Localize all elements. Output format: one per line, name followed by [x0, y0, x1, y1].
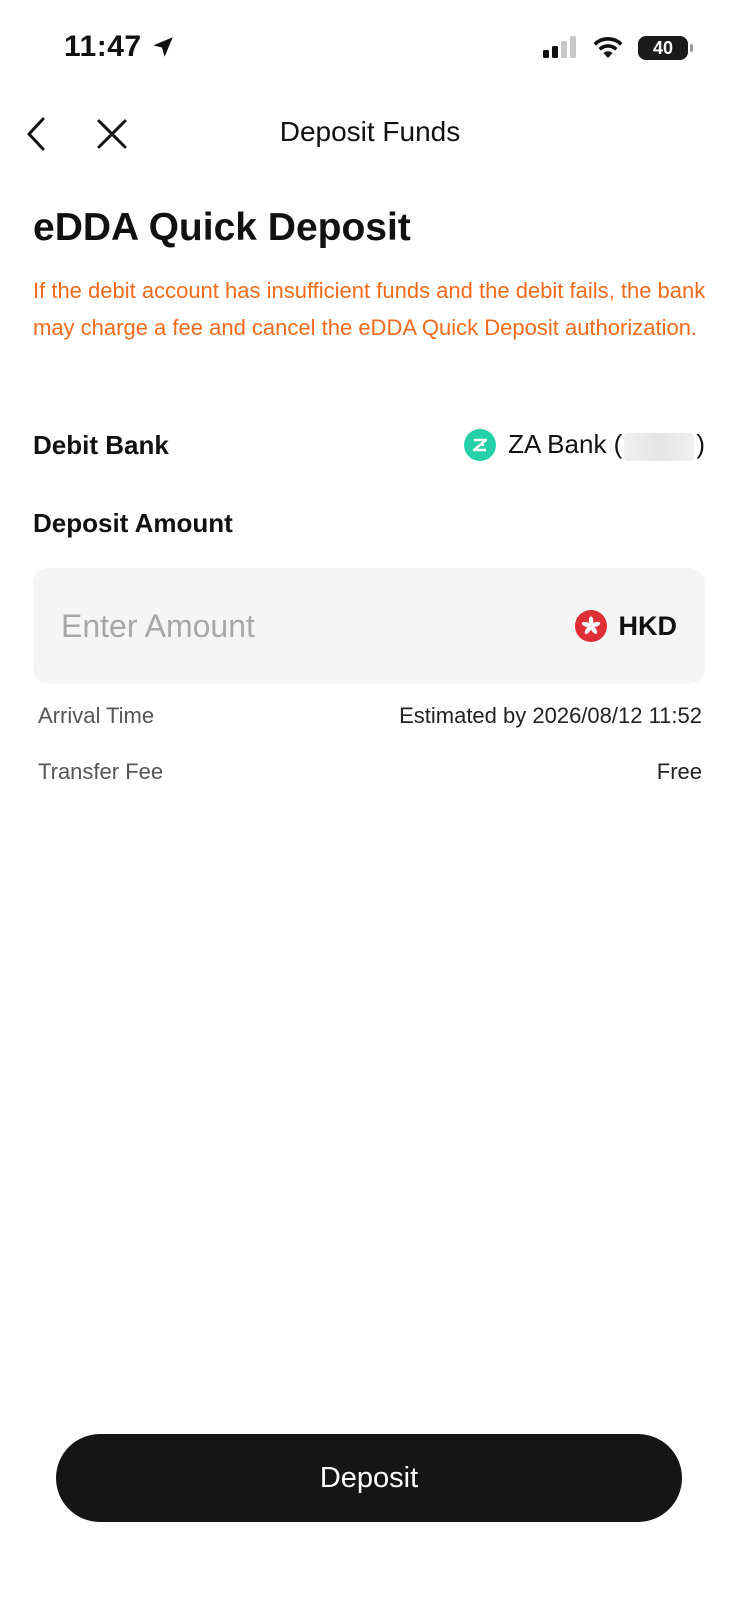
cellular-signal-icon [543, 36, 576, 58]
transfer-fee-row: Transfer Fee Free [38, 754, 702, 790]
status-bar: 11:47 40 [0, 0, 740, 100]
arrival-time-label: Arrival Time [38, 703, 155, 728]
masked-account-number [624, 432, 695, 461]
debit-bank-label: Debit Bank [33, 429, 169, 460]
za-bank-logo-icon [464, 429, 497, 461]
transfer-fee-label: Transfer Fee [38, 759, 164, 784]
location-arrow-icon [152, 37, 173, 57]
transfer-fee-value: Free [656, 759, 702, 784]
status-time: 11:47 [64, 30, 176, 64]
battery-icon: 40 [638, 36, 693, 60]
bank-name-text: ZA Bank ( [508, 429, 623, 460]
nav-title: Deposit Funds [279, 116, 461, 147]
status-icons: 40 [542, 36, 693, 60]
wifi-icon [593, 36, 623, 58]
bank-close-paren: ) [696, 429, 705, 460]
nav-bar: Deposit Funds [0, 100, 740, 170]
warning-text: If the debit account has insufficient fu… [33, 278, 706, 340]
arrival-time-value: Estimated by 2026/08/12 11:52 [399, 703, 702, 728]
currency-code: HKD [618, 610, 678, 641]
debit-bank-name: ZA Bank () [508, 429, 705, 461]
deposit-amount-label: Deposit Amount [33, 508, 233, 538]
amount-input[interactable] [61, 607, 501, 645]
currency-selector[interactable]: HKD [574, 610, 678, 642]
amount-field-container: HKD [33, 568, 705, 684]
deposit-button[interactable]: Deposit [56, 1434, 682, 1522]
hk-flag-icon [574, 610, 607, 642]
page-title: eDDA Quick Deposit [33, 206, 411, 249]
debit-bank-row: Debit Bank ZA Bank () [33, 420, 705, 470]
battery-level: 40 [652, 37, 674, 58]
arrival-time-row: Arrival Time Estimated by 2026/08/12 11:… [38, 698, 702, 734]
debit-bank-selector[interactable]: ZA Bank () [464, 429, 705, 461]
status-time-text: 11:47 [64, 30, 142, 63]
